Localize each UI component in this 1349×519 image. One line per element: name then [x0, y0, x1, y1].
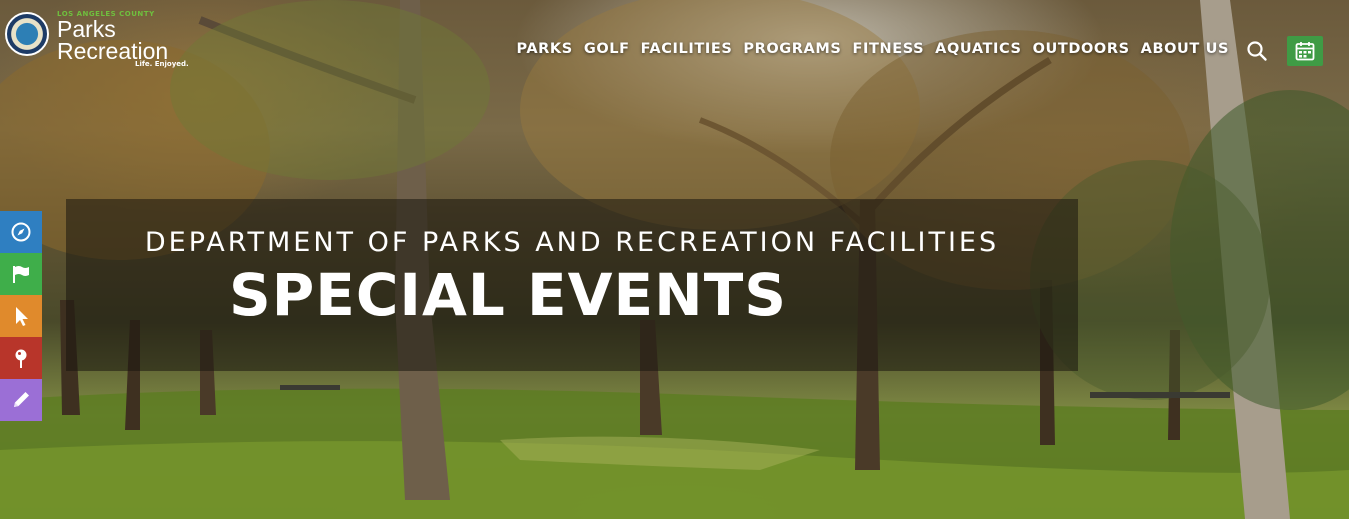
- site-logo[interactable]: LOS ANGELES COUNTY Parks Recreation Life…: [5, 10, 195, 72]
- feedback-button[interactable]: [0, 379, 42, 421]
- compass-icon: [11, 222, 31, 242]
- nav-item-fitness[interactable]: FITNESS: [852, 41, 924, 57]
- nav-item-aquatics[interactable]: AQUATICS: [935, 41, 1021, 57]
- page-title: SPECIAL EVENTS: [228, 261, 788, 329]
- nav-item-golf[interactable]: GOLF: [584, 41, 630, 57]
- county-seal-icon: [5, 12, 49, 56]
- nav-item-parks[interactable]: PARKS: [516, 41, 572, 57]
- nav-item-programs[interactable]: PROGRAMS: [743, 41, 841, 57]
- search-button[interactable]: [1246, 40, 1268, 62]
- logo-line2: Recreation: [57, 38, 169, 64]
- map-pin-icon: [15, 349, 27, 368]
- main-nav: PARKS GOLF FACILITIES PROGRAMS FITNESS A…: [516, 41, 1229, 57]
- department-subtitle: DEPARTMENT OF PARKS AND RECREATION FACIL…: [144, 227, 1000, 258]
- nav-item-about-us[interactable]: ABOUT US: [1141, 41, 1229, 57]
- logo-wordmark: Parks Recreation: [57, 16, 169, 64]
- pencil-icon: [14, 392, 29, 407]
- calendar-button[interactable]: [1287, 36, 1323, 66]
- nav-item-facilities[interactable]: FACILITIES: [641, 41, 733, 57]
- explore-button[interactable]: [0, 211, 42, 253]
- calendar-icon: [1295, 42, 1315, 61]
- logo-tagline: Life. Enjoyed.: [135, 60, 189, 68]
- search-icon: [1247, 41, 1267, 61]
- locations-button[interactable]: [0, 337, 42, 379]
- nav-item-outdoors[interactable]: OUTDOORS: [1033, 41, 1130, 57]
- hero-banner: DEPARTMENT OF PARKS AND RECREATION FACIL…: [66, 199, 1078, 371]
- logo-line1: Parks: [57, 16, 116, 42]
